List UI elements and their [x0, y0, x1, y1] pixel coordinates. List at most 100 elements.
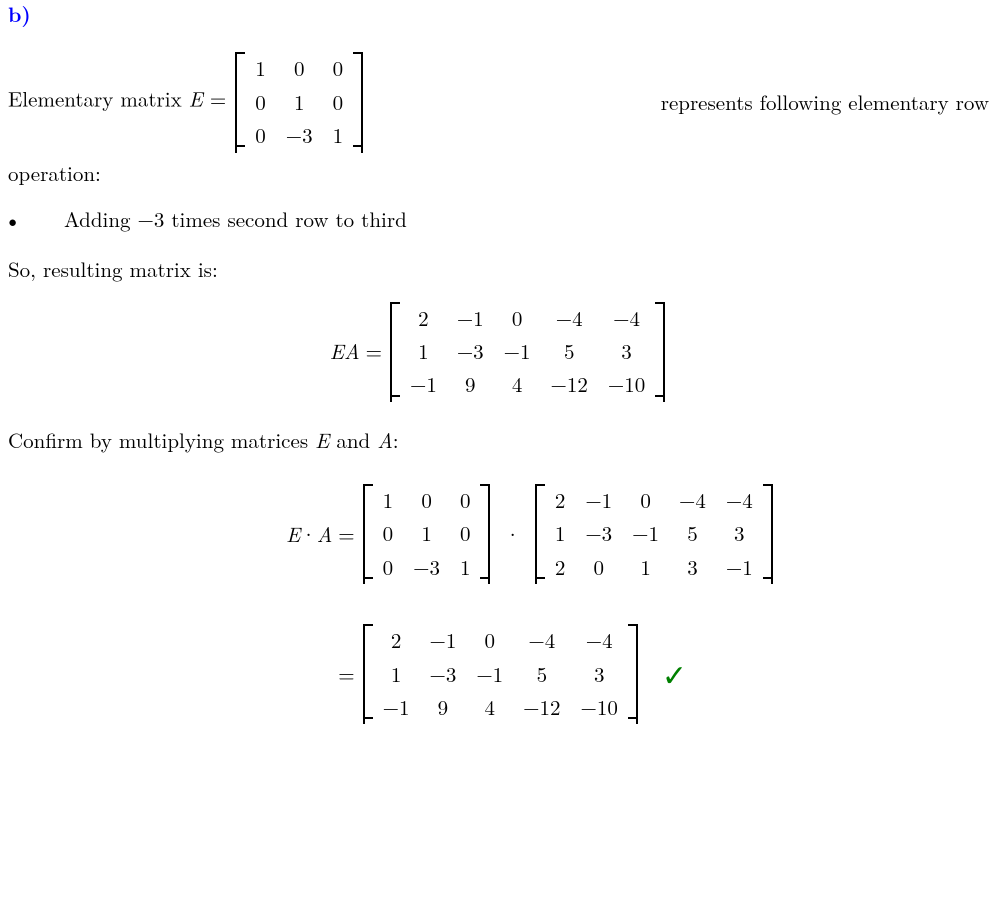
intro-operation-line: operation:: [8, 159, 989, 187]
cell: −12: [541, 368, 598, 401]
var-A2: A: [377, 425, 393, 455]
cell: −1: [419, 624, 466, 657]
cell: −4: [571, 624, 628, 657]
cell: 3: [598, 335, 655, 368]
mult-dot-mid: ·: [504, 520, 520, 548]
ea-equation: EA = 2−10−4−4 1−3−153 −194−12−10: [8, 302, 989, 402]
part-label: b): [8, 0, 989, 28]
cell: 0: [450, 517, 481, 550]
matrix-A-table: 2−10−4−4 1−3−153 2013−1: [545, 484, 763, 584]
cell: 0: [323, 52, 354, 85]
bullet-item: ● Adding −3 times second row to third: [8, 205, 989, 233]
var-E2: E: [315, 425, 329, 455]
cell: −3: [419, 658, 466, 691]
cell: 0: [245, 119, 276, 152]
cell: 5: [541, 335, 598, 368]
cell: −4: [541, 302, 598, 335]
cell: −10: [598, 368, 655, 401]
cell: 0: [494, 302, 541, 335]
cell: 1: [323, 119, 354, 152]
mult-row-2: = 2−10−4−4 1−3−153 −194−12−10 ✓: [222, 624, 687, 724]
cell: 1: [400, 335, 447, 368]
cell: 2: [400, 302, 447, 335]
mult-row-1: E · A = 100 010 0−31 ·: [222, 484, 774, 584]
cell: 0: [403, 484, 450, 517]
cell: 0: [466, 624, 513, 657]
matrix-E-inline: 100 010 0−31: [235, 52, 363, 152]
cell: −4: [716, 484, 763, 517]
cell: 0: [450, 484, 481, 517]
cell: 0: [323, 86, 354, 119]
cell: −1: [466, 658, 513, 691]
cell: −4: [513, 624, 570, 657]
ea-eq: =: [366, 337, 382, 365]
cell: −1: [400, 368, 447, 401]
cell: −1: [373, 691, 420, 724]
cell: −3: [575, 517, 622, 550]
mult-E: E: [286, 520, 300, 548]
so-text: So, resulting matrix is:: [8, 255, 989, 283]
cell: −4: [598, 302, 655, 335]
cell: 3: [716, 517, 763, 550]
var-E: E: [189, 84, 203, 114]
cell: 0: [373, 517, 404, 550]
bullet-text: Adding −3 times second row to third: [64, 205, 407, 233]
confirm-pre: Confirm by multiplying matrices: [8, 425, 315, 455]
multiplication-block: E · A = 100 010 0−31 ·: [8, 472, 989, 736]
intro-paragraph: Elementary matrix E = 100 010 0−31 repre…: [8, 52, 989, 187]
cell: −4: [669, 484, 716, 517]
matrix-result: 2−10−4−4 1−3−153 −194−12−10: [363, 624, 638, 724]
confirm-post: :: [393, 425, 399, 455]
bullet-icon: ●: [8, 212, 64, 232]
matrix-EA-table: 2−10−4−4 1−3−153 −194−12−10: [400, 302, 655, 402]
cell: 0: [245, 86, 276, 119]
cell: 0: [373, 551, 404, 584]
cell: 0: [276, 52, 323, 85]
cell: 0: [622, 484, 669, 517]
matrix-E2-table: 100 010 0−31: [373, 484, 481, 584]
confirm-mid: and: [329, 425, 377, 455]
matrix-A: 2−10−4−4 1−3−153 2013−1: [535, 484, 773, 584]
intro-post: represents following elementary row: [661, 88, 989, 116]
cell: −12: [513, 691, 570, 724]
confirm-text: Confirm by multiplying matrices E and A:: [8, 426, 989, 454]
intro-eq: =: [210, 84, 233, 114]
cell: 1: [276, 86, 323, 119]
cell: 4: [494, 368, 541, 401]
cell: 1: [245, 52, 276, 85]
cell: −1: [716, 551, 763, 584]
cell: 2: [545, 551, 576, 584]
cell: 0: [575, 551, 622, 584]
matrix-result-table: 2−10−4−4 1−3−153 −194−12−10: [373, 624, 628, 724]
cell: 9: [447, 368, 494, 401]
mult-eq2: =: [338, 660, 354, 688]
cell: 1: [373, 658, 420, 691]
matrix-E2: 100 010 0−31: [363, 484, 491, 584]
cell: 1: [403, 517, 450, 550]
checkmark-icon: ✓: [662, 654, 687, 695]
cell: 3: [669, 551, 716, 584]
ea-E: E: [330, 336, 344, 366]
cell: 3: [571, 658, 628, 691]
matrix-E-table: 100 010 0−31: [245, 52, 353, 152]
cell: −1: [622, 517, 669, 550]
cell: −3: [403, 551, 450, 584]
cell: −1: [575, 484, 622, 517]
cell: 4: [466, 691, 513, 724]
mult-dot: ·: [300, 520, 316, 548]
cell: 2: [373, 624, 420, 657]
cell: 5: [513, 658, 570, 691]
mult-A: A: [317, 520, 333, 548]
cell: 9: [419, 691, 466, 724]
cell: −1: [494, 335, 541, 368]
cell: −10: [571, 691, 628, 724]
cell: −3: [447, 335, 494, 368]
ea-A: A: [344, 336, 360, 366]
cell: −1: [447, 302, 494, 335]
cell: 1: [545, 517, 576, 550]
mult-eq: =: [338, 520, 354, 548]
cell: −3: [276, 119, 323, 152]
cell: 1: [450, 551, 481, 584]
cell: 5: [669, 517, 716, 550]
intro-pre: Elementary matrix: [8, 84, 189, 114]
